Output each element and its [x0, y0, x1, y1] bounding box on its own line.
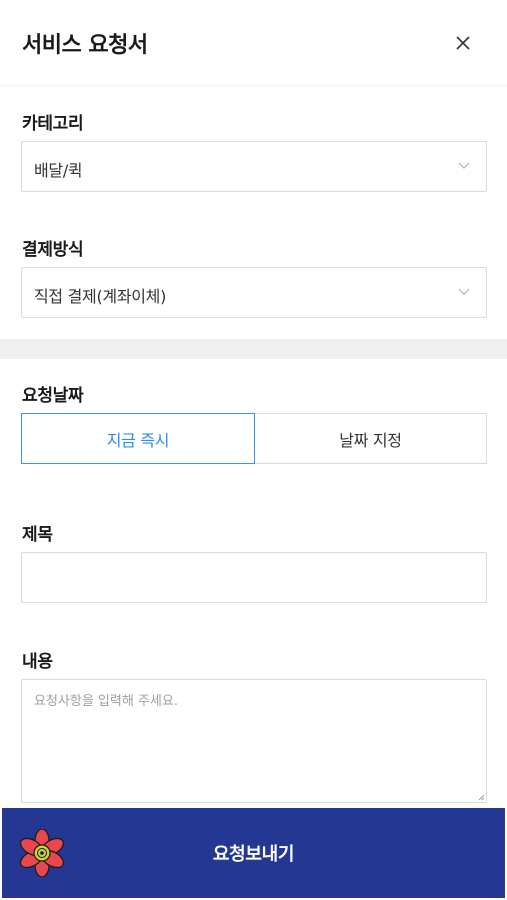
- resize-handle-icon[interactable]: [477, 793, 485, 801]
- chevron-down-icon: [458, 162, 470, 169]
- subject-label: 제목: [22, 525, 53, 545]
- request-now-button[interactable]: 지금 즉시: [21, 413, 255, 464]
- payment-select[interactable]: 직접 결제(계좌이체): [21, 267, 487, 318]
- request-pick-date-button[interactable]: 날짜 지정: [254, 413, 487, 464]
- category-label: 카테고리: [22, 114, 84, 134]
- subject-input[interactable]: [21, 552, 487, 603]
- category-value: 배달/퀵: [34, 161, 83, 180]
- submit-button[interactable]: 요청보내기: [2, 808, 505, 898]
- submit-label: 요청보내기: [212, 844, 295, 865]
- close-button[interactable]: [450, 30, 476, 56]
- category-select[interactable]: 배달/퀵: [21, 141, 487, 192]
- page-title: 서비스 요청서: [22, 33, 148, 58]
- flower-logo-icon: [20, 829, 64, 877]
- header: 서비스 요청서: [0, 0, 507, 86]
- service-request-page: 서비스 요청서 카테고리 배달/퀵 결제방식 직접 결제(계좌이체) 요청날짜 …: [0, 0, 507, 900]
- close-icon: [456, 36, 470, 50]
- request-date-label: 요청날짜: [22, 386, 84, 406]
- content-textarea[interactable]: [21, 679, 487, 803]
- chevron-down-icon: [458, 288, 470, 295]
- payment-value: 직접 결제(계좌이체): [34, 287, 167, 306]
- content-label: 내용: [22, 652, 53, 672]
- payment-label: 결제방식: [22, 240, 84, 260]
- section-divider: [0, 339, 507, 359]
